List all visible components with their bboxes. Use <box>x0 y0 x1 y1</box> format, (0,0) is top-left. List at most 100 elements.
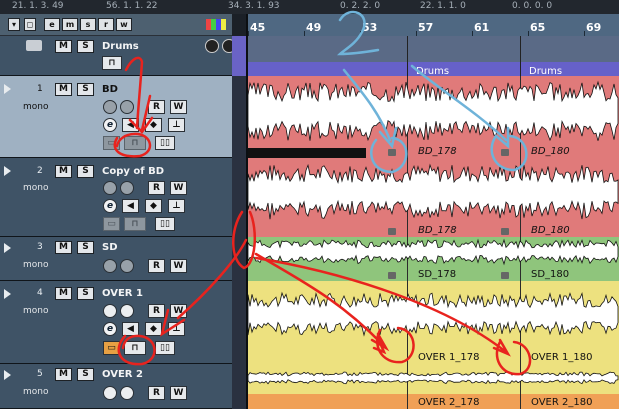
channel-format: mono <box>23 260 49 270</box>
read-automation-button[interactable]: R <box>148 181 165 195</box>
event-display[interactable]: Drums Drums BD_178 BD_180 BD_178 BD_180 <box>248 36 619 409</box>
mute-button[interactable]: M <box>55 83 72 96</box>
write-automation-button[interactable]: W <box>170 181 187 195</box>
track-copy-of-bd[interactable]: 2 M S Copy of BD mono R W e ◀ ◆ ⊥ ▭ ⊓ ▯▯ <box>0 158 232 237</box>
expand-icon[interactable] <box>4 370 11 380</box>
read-automation-button[interactable]: R <box>148 304 165 318</box>
read-automation-button[interactable]: R <box>148 386 165 400</box>
record-enable-icon[interactable] <box>103 100 117 114</box>
channel-format: mono <box>23 387 49 397</box>
solo-button[interactable]: S <box>77 287 94 300</box>
timeline-ruler[interactable]: 45 49 53 57 61 65 69 <box>248 14 619 36</box>
header-menu-button[interactable]: ▾ <box>8 18 20 31</box>
monitor-icon[interactable] <box>120 386 134 400</box>
record-enable-icon[interactable] <box>103 259 117 273</box>
lane-icon[interactable]: ▭ <box>103 217 120 231</box>
mute-button[interactable]: M <box>55 241 72 254</box>
solo-button[interactable]: S <box>77 165 94 178</box>
solo-button[interactable]: S <box>77 368 94 381</box>
channel-format: mono <box>23 183 49 193</box>
expand-icon[interactable] <box>4 243 11 253</box>
read-automation-button[interactable]: R <box>148 100 165 114</box>
speaker-icon[interactable]: ◀ <box>122 322 139 336</box>
write-automation-button[interactable]: W <box>170 100 187 114</box>
position-readout: 0. 2. 2. 0 <box>340 1 381 11</box>
header-edit-button[interactable]: e <box>44 18 60 31</box>
mute-button[interactable]: M <box>55 287 72 300</box>
insert-icon[interactable]: ◆ <box>145 322 162 336</box>
track-name[interactable]: Copy of BD <box>102 166 164 177</box>
record-enable-icon[interactable] <box>103 386 117 400</box>
position-readout: 21. 1. 3. 49 <box>12 1 64 11</box>
track-number: 3 <box>37 242 43 252</box>
time-base-icon[interactable]: ▯▯ <box>155 217 175 231</box>
lock-icon[interactable]: ⊓ <box>124 136 146 150</box>
header-collapse-button[interactable]: ◻ <box>24 18 36 31</box>
lock-icon[interactable]: ⊓ <box>124 217 146 231</box>
write-automation-button[interactable]: W <box>170 304 187 318</box>
track-over-2[interactable]: 5 M S OVER 2 mono R W <box>0 364 232 409</box>
track-list-header: ▾ ◻ e m s r w <box>0 14 232 36</box>
position-readout: 0. 0. 0. 0 <box>512 1 553 11</box>
expand-icon[interactable] <box>4 289 11 299</box>
monitor-icon[interactable] <box>120 181 134 195</box>
track-name[interactable]: Drums <box>102 41 139 52</box>
track-sd[interactable]: 3 M S SD mono R W <box>0 237 232 281</box>
track-number: 1 <box>37 84 43 94</box>
header-write-all-button[interactable]: w <box>116 18 132 31</box>
header-read-all-button[interactable]: r <box>98 18 114 31</box>
color-palette-icon[interactable] <box>206 19 226 30</box>
lane-icon[interactable]: ▭ <box>103 136 120 150</box>
edit-channel-button[interactable]: e <box>103 322 117 336</box>
ruler-label: 69 <box>586 21 602 34</box>
waveform-layer <box>248 80 619 385</box>
monitor-icon[interactable] <box>222 39 232 53</box>
insert-icon[interactable]: ◆ <box>145 199 162 213</box>
edit-channel-button[interactable]: e <box>103 118 117 132</box>
solo-button[interactable]: S <box>77 40 94 53</box>
mute-button[interactable]: M <box>55 368 72 381</box>
time-base-icon[interactable]: ▯▯ <box>155 136 175 150</box>
track-name[interactable]: OVER 2 <box>102 369 143 380</box>
expand-icon[interactable] <box>4 84 11 94</box>
track-folder-drums[interactable]: M S Drums ⊓ <box>0 36 232 76</box>
monitor-icon[interactable] <box>120 304 134 318</box>
channel-format: mono <box>23 102 49 112</box>
track-name[interactable]: BD <box>102 84 118 95</box>
insert-icon[interactable]: ◆ <box>145 118 162 132</box>
time-base-icon[interactable]: ▯▯ <box>155 341 175 355</box>
send-icon[interactable]: ⊥ <box>168 322 185 336</box>
solo-button[interactable]: S <box>77 83 94 96</box>
record-enable-icon[interactable] <box>103 181 117 195</box>
ruler-label: 45 <box>250 21 266 34</box>
write-automation-button[interactable]: W <box>170 259 187 273</box>
send-icon[interactable]: ⊥ <box>168 199 185 213</box>
expand-icon[interactable] <box>4 166 11 176</box>
record-enable-icon[interactable] <box>205 39 219 53</box>
speaker-icon[interactable]: ◀ <box>122 199 139 213</box>
folder-icon[interactable] <box>26 40 42 51</box>
track-color-strip <box>232 36 246 409</box>
write-automation-button[interactable]: W <box>170 386 187 400</box>
lock-icon[interactable]: ⊓ <box>124 341 146 355</box>
track-name[interactable]: OVER 1 <box>102 288 143 299</box>
waveform <box>248 291 619 337</box>
lane-icon[interactable]: ▭ <box>103 341 120 355</box>
lock-icon[interactable]: ⊓ <box>102 56 122 70</box>
mute-button[interactable]: M <box>55 165 72 178</box>
header-solo-all-button[interactable]: s <box>80 18 96 31</box>
track-bd[interactable]: 1 M S BD mono R W e ◀ ◆ ⊥ ▭ ⊓ ▯▯ <box>0 76 232 158</box>
track-over-1[interactable]: 4 M S OVER 1 mono R W e ◀ ◆ ⊥ ▭ ⊓ ▯▯ <box>0 281 232 364</box>
monitor-icon[interactable] <box>120 100 134 114</box>
track-name[interactable]: SD <box>102 242 118 253</box>
speaker-icon[interactable]: ◀ <box>122 118 139 132</box>
monitor-icon[interactable] <box>120 259 134 273</box>
mute-button[interactable]: M <box>55 40 72 53</box>
solo-button[interactable]: S <box>77 241 94 254</box>
position-readout: 22. 1. 1. 0 <box>420 1 466 11</box>
read-automation-button[interactable]: R <box>148 259 165 273</box>
header-mute-all-button[interactable]: m <box>62 18 78 31</box>
edit-channel-button[interactable]: e <box>103 199 117 213</box>
record-enable-icon[interactable] <box>103 304 117 318</box>
send-icon[interactable]: ⊥ <box>168 118 185 132</box>
